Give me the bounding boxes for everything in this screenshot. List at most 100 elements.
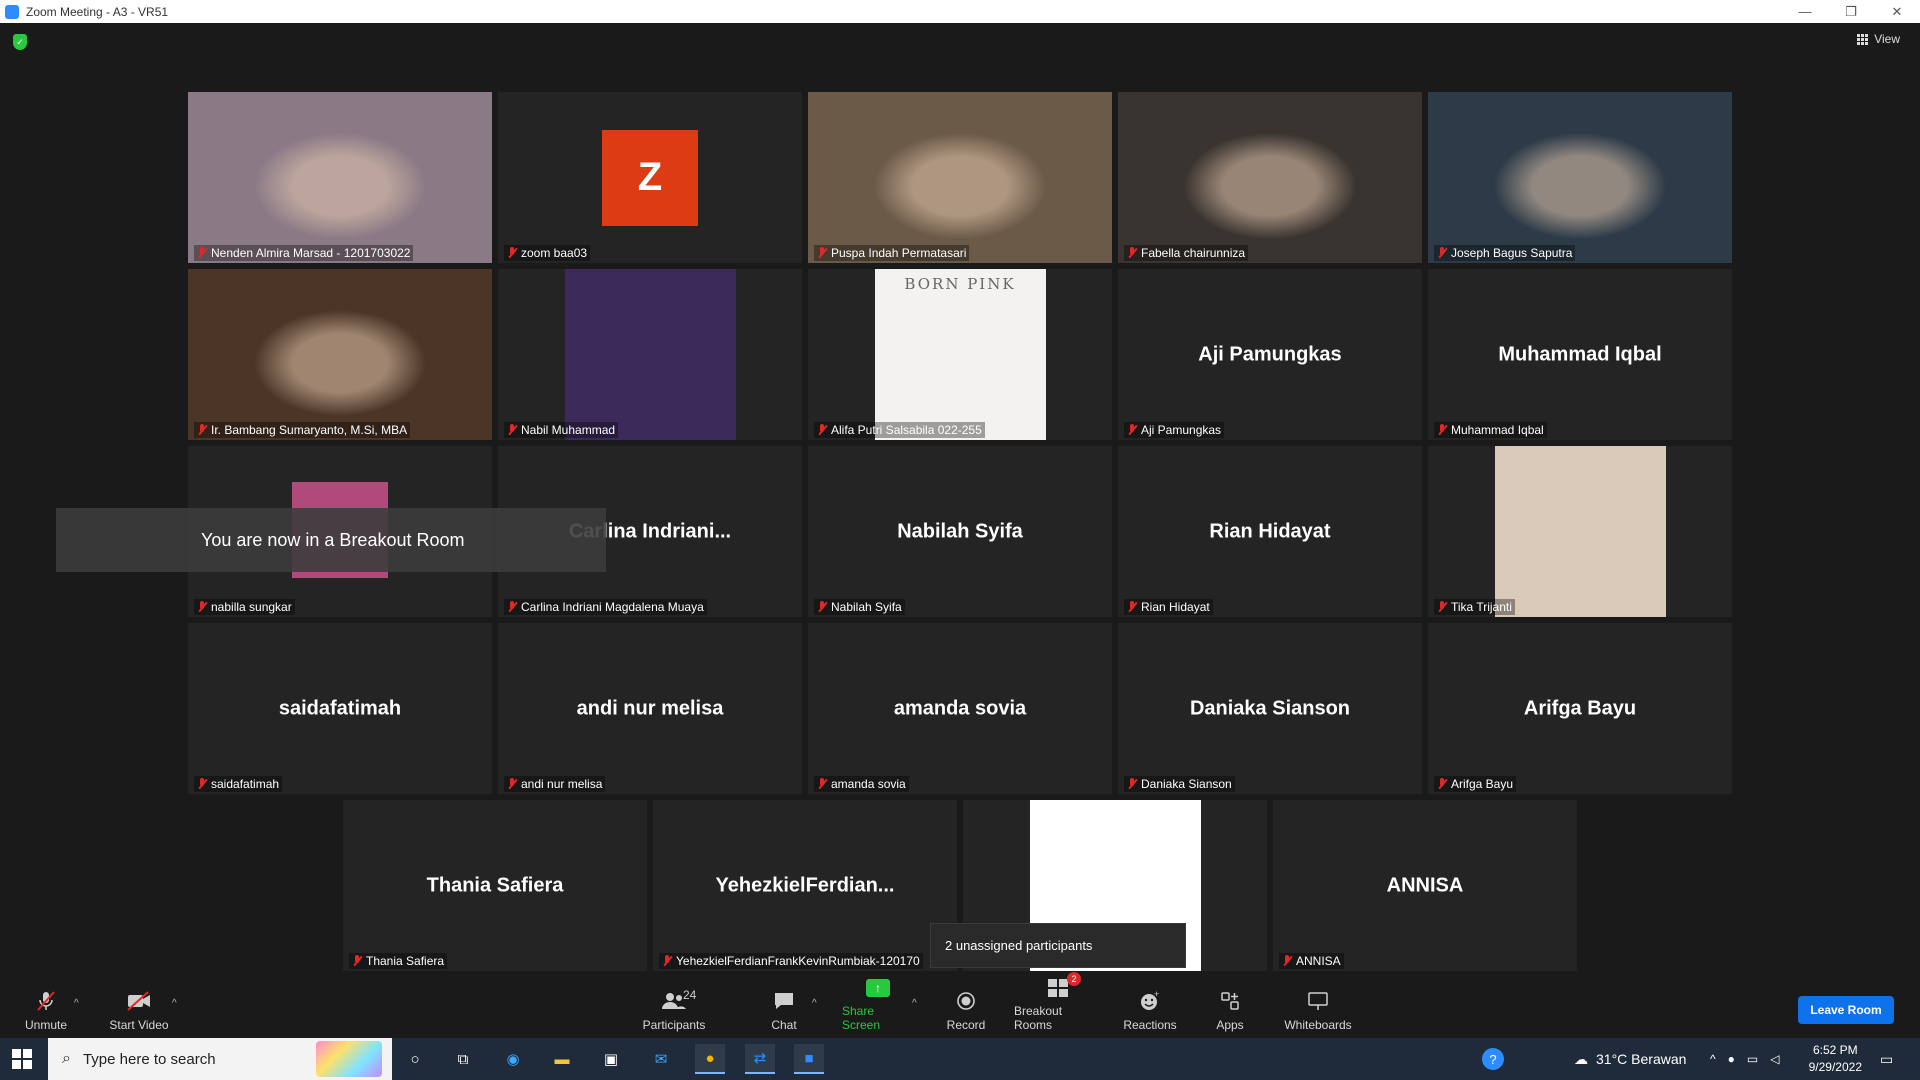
- participant-tile[interactable]: Puspa Indah Permatasari: [808, 92, 1112, 263]
- volume-icon[interactable]: ◁: [1770, 1052, 1779, 1066]
- participant-tile[interactable]: YehezkielFerdian... YehezkielFerdianFrank…: [653, 800, 957, 971]
- participant-tile[interactable]: saidafatimah saidafatimah: [188, 623, 492, 794]
- profile-picture: BORN PINK: [874, 269, 1046, 440]
- participant-name-label: nabilla sungkar: [194, 599, 295, 615]
- participant-tile[interactable]: Arifga Bayu Arifga Bayu: [1428, 623, 1732, 794]
- apps-icon: [1217, 990, 1243, 1012]
- participant-tile[interactable]: Daniaka Sianson Daniaka Sianson: [1118, 623, 1422, 794]
- participant-tile[interactable]: andi nur melisa andi nur melisa: [498, 623, 802, 794]
- start-video-label: Start Video: [109, 1018, 169, 1032]
- mic-muted-icon: [817, 424, 827, 436]
- participant-name: Fabella chairunniza: [1141, 246, 1246, 260]
- network-icon[interactable]: ▭: [1747, 1052, 1758, 1066]
- mic-muted-icon: [1437, 247, 1447, 259]
- participant-tile[interactable]: Nenden Almira Marsad - 1201703022: [188, 92, 492, 263]
- taskbar-clock[interactable]: 6:52 PM 9/29/2022: [1809, 1042, 1862, 1076]
- participant-name: Rian Hidayat: [1141, 600, 1210, 614]
- reactions-button[interactable]: + Reactions: [1122, 978, 1178, 1038]
- participant-name: Nenden Almira Marsad - 1201703022: [211, 246, 411, 260]
- minimize-button[interactable]: —: [1782, 0, 1828, 23]
- participant-tile[interactable]: Nabilah Syifa Nabilah Syifa: [808, 446, 1112, 617]
- mic-muted-icon: [197, 601, 207, 613]
- participant-name-label: Ir. Bambang Sumaryanto, M.Si, MBA: [194, 422, 411, 438]
- weather-widget[interactable]: ☁ 31°C Berawan: [1574, 1038, 1686, 1080]
- view-button[interactable]: View: [1857, 32, 1900, 46]
- microphone-icon[interactable]: ●: [1728, 1052, 1735, 1066]
- participant-tile[interactable]: amanda sovia amanda sovia: [808, 623, 1112, 794]
- help-icon[interactable]: ?: [1482, 1038, 1504, 1080]
- participant-tile[interactable]: Aji Pamungkas Aji Pamungkas: [1118, 269, 1422, 440]
- store-icon[interactable]: ▣: [596, 1044, 626, 1074]
- mic-muted-icon: [507, 247, 517, 259]
- apps-button[interactable]: Apps: [1212, 978, 1248, 1038]
- meeting-top-strip: ✓ View: [0, 23, 1920, 63]
- file-explorer-icon[interactable]: ▬: [547, 1044, 577, 1074]
- participant-tile[interactable]: Rian Hidayat Rian Hidayat: [1118, 446, 1422, 617]
- participants-button[interactable]: 24 Participants: [638, 978, 710, 1038]
- participant-name: Nabil Muhammad: [521, 423, 616, 437]
- teamviewer-icon[interactable]: ⇄: [745, 1044, 775, 1074]
- search-placeholder: Type here to search: [82, 1050, 216, 1068]
- clock-date: 9/29/2022: [1808, 1060, 1862, 1074]
- participant-name: YehezkielFerdianFrankKevinRumbiak-120170: [676, 954, 920, 968]
- unmute-button[interactable]: Unmute: [18, 978, 74, 1038]
- mic-muted-icon: [817, 601, 827, 613]
- mic-muted-icon: [33, 990, 59, 1012]
- close-button[interactable]: ✕: [1874, 0, 1920, 23]
- participant-name-label: Nabil Muhammad: [504, 422, 619, 438]
- windows-start-icon[interactable]: [12, 1049, 32, 1069]
- participant-name: Muhammad Iqbal: [1451, 423, 1544, 437]
- participant-tile[interactable]: Muhammad Iqbal Muhammad Iqbal: [1428, 269, 1732, 440]
- participant-name-label: Arifga Bayu: [1434, 776, 1517, 792]
- avatar: Z: [602, 129, 698, 226]
- notifications-icon[interactable]: ▭: [1880, 1038, 1893, 1080]
- task-view-icon[interactable]: ⧉: [448, 1044, 478, 1074]
- participant-display-name: YehezkielFerdian...: [715, 874, 895, 896]
- chat-options-caret-icon[interactable]: ^: [812, 998, 817, 1009]
- participant-tile[interactable]: Zzoom baa03: [498, 92, 802, 263]
- participant-name: andi nur melisa: [521, 777, 603, 791]
- participant-tile[interactable]: Joseph Bagus Saputra: [1428, 92, 1732, 263]
- share-screen-button[interactable]: ↑ Share Screen: [842, 978, 914, 1038]
- taskbar-search-box[interactable]: ⌕ Type here to search: [48, 1038, 392, 1080]
- tray-chevron-icon[interactable]: ^: [1710, 1052, 1716, 1066]
- mail-icon[interactable]: ✉: [646, 1044, 676, 1074]
- audio-options-caret-icon[interactable]: ^: [74, 998, 79, 1009]
- share-options-caret-icon[interactable]: ^: [912, 998, 917, 1009]
- chat-button[interactable]: Chat: [764, 978, 804, 1038]
- participant-name: nabilla sungkar: [211, 600, 292, 614]
- chat-label: Chat: [771, 1018, 797, 1032]
- participant-name: Aji Pamungkas: [1141, 423, 1222, 437]
- breakout-rooms-badge: 2: [1067, 972, 1081, 986]
- video-options-caret-icon[interactable]: ^: [172, 998, 177, 1009]
- participant-tile[interactable]: Fabella chairunniza: [1118, 92, 1422, 263]
- video-feed: [808, 92, 1112, 263]
- meeting-toolbar: Unmute ^ Start Video ^ 24 Participants C…: [0, 972, 1920, 1038]
- cortana-icon[interactable]: ○: [400, 1044, 430, 1074]
- video-feed: [1118, 92, 1422, 263]
- participant-name: Joseph Bagus Saputra: [1451, 246, 1573, 260]
- start-video-button[interactable]: Start Video: [104, 978, 174, 1038]
- window-titlebar: Zoom Meeting - A3 - VR51 — ❐ ✕: [0, 0, 1920, 23]
- participant-tile[interactable]: ANNISA ANNISA: [1273, 800, 1577, 971]
- profile-picture: [1494, 446, 1666, 617]
- participant-tile[interactable]: Ir. Bambang Sumaryanto, M.Si, MBA: [188, 269, 492, 440]
- whiteboards-button[interactable]: Whiteboards: [1282, 978, 1354, 1038]
- chrome-icon[interactable]: ●: [695, 1044, 725, 1074]
- participant-tile[interactable]: BORN PINK Alifa Putri Salsabila 022-255: [808, 269, 1112, 440]
- record-button[interactable]: Record: [944, 978, 988, 1038]
- participant-tile[interactable]: Tika Trijanti: [1428, 446, 1732, 617]
- encryption-shield-icon[interactable]: ✓: [13, 34, 27, 50]
- leave-room-button[interactable]: Leave Room: [1798, 996, 1894, 1024]
- zoom-taskbar-icon[interactable]: ■: [794, 1044, 824, 1074]
- participant-tile[interactable]: Nabil Muhammad: [498, 269, 802, 440]
- weather-text: 31°C Berawan: [1596, 1051, 1687, 1067]
- participant-tile[interactable]: Thania Safiera Thania Safiera: [343, 800, 647, 971]
- restore-button[interactable]: ❐: [1828, 0, 1874, 23]
- breakout-rooms-button[interactable]: 2 Breakout Rooms: [1014, 972, 1102, 1038]
- mic-muted-icon: [1127, 601, 1137, 613]
- edge-icon[interactable]: ◉: [498, 1044, 528, 1074]
- mic-muted-icon: [1437, 778, 1447, 790]
- participant-name-label: Joseph Bagus Saputra: [1434, 245, 1576, 261]
- unassigned-participants-popup[interactable]: 2 unassigned participants: [930, 923, 1186, 968]
